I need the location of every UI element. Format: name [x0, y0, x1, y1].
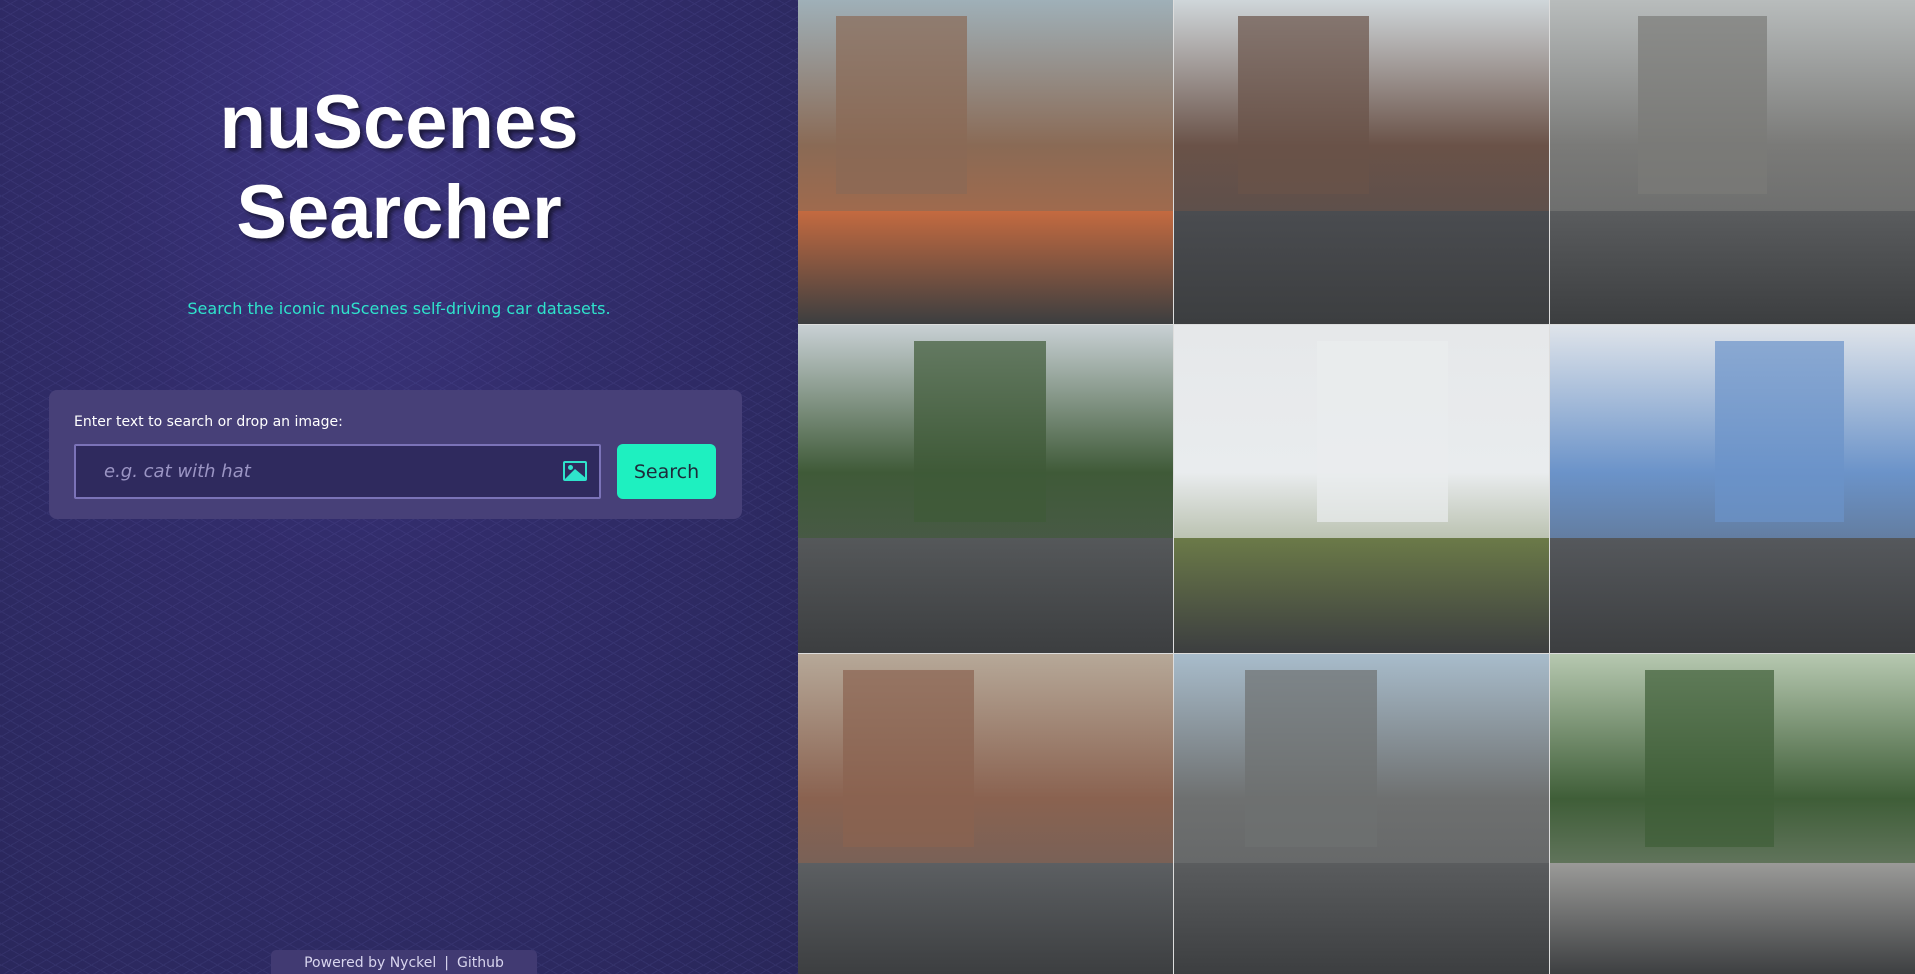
- scene-building: [1715, 341, 1844, 522]
- nyckel-link[interactable]: Powered by Nyckel: [304, 955, 436, 971]
- scene-ground: [1550, 210, 1915, 324]
- footer: Powered by Nyckel | Github: [271, 950, 537, 974]
- title-line-1: nuScenes: [219, 80, 579, 165]
- result-image-tree-road-construction[interactable]: [1550, 654, 1915, 974]
- result-image-construction-site-excavator[interactable]: [798, 0, 1173, 324]
- scene-building: [1316, 341, 1448, 522]
- footer-separator: |: [444, 955, 449, 971]
- search-label: Enter text to search or drop an image:: [74, 414, 343, 430]
- result-image-tree-lined-road-crosswalk[interactable]: [798, 325, 1173, 653]
- scene-ground: [798, 210, 1173, 324]
- scene-building: [1245, 670, 1377, 848]
- page-title: nuScenes Searcher: [0, 78, 798, 258]
- scene-ground: [1174, 863, 1549, 974]
- image-icon[interactable]: [563, 461, 587, 481]
- search-panel-side: nuScenes Searcher Search the iconic nuSce…: [0, 0, 798, 974]
- scene-building: [843, 670, 975, 848]
- search-box: Enter text to search or drop an image: S…: [49, 390, 742, 519]
- result-image-grid: [798, 0, 1915, 974]
- scene-ground: [1174, 210, 1549, 324]
- search-button[interactable]: Search: [617, 444, 716, 499]
- github-link[interactable]: Github: [457, 955, 504, 971]
- scene-ground: [798, 863, 1173, 974]
- result-image-cyclist-white-building[interactable]: [1174, 325, 1549, 653]
- scene-building: [1638, 16, 1767, 195]
- scene-ground: [1550, 538, 1915, 653]
- scene-building: [1237, 16, 1369, 195]
- scene-ground: [1174, 538, 1549, 653]
- result-image-rainy-street-brick-building[interactable]: [798, 654, 1173, 974]
- result-image-motorbikes-parking-lot[interactable]: [1550, 325, 1915, 653]
- scene-ground: [1550, 863, 1915, 974]
- scene-building: [1645, 670, 1774, 848]
- scene-building: [835, 16, 967, 195]
- subtitle: Search the iconic nuScenes self-driving …: [187, 299, 611, 318]
- scene-building: [914, 341, 1046, 522]
- result-image-pedestrians-crosswalk[interactable]: [1550, 0, 1915, 324]
- result-image-city-street-arrows[interactable]: [1174, 0, 1549, 324]
- title-line-2: Searcher: [236, 170, 562, 255]
- search-field[interactable]: [74, 444, 601, 499]
- search-input[interactable]: [76, 446, 556, 497]
- result-image-intersection-crosswalk[interactable]: [1174, 654, 1549, 974]
- scene-ground: [798, 538, 1173, 653]
